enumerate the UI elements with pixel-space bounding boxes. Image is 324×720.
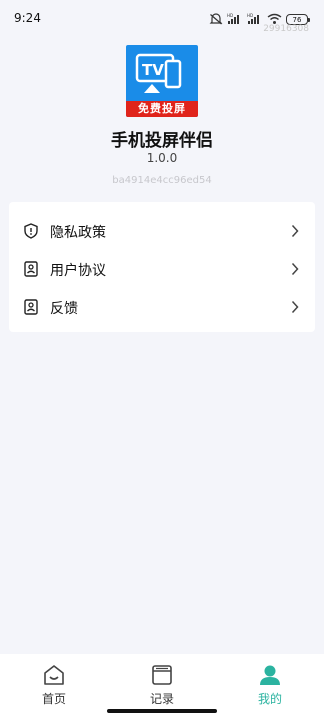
feedback-icon xyxy=(24,299,38,315)
status-time: 9:24 xyxy=(14,11,41,25)
nav-tab-profile[interactable]: 我的 xyxy=(216,654,324,710)
logo-tv-text: TV xyxy=(142,61,164,79)
menu-item-label: 用户协议 xyxy=(50,263,106,279)
signal-2-icon: HD xyxy=(247,13,259,24)
menu-item-label: 隐私政策 xyxy=(50,225,106,241)
app-logo: TV 免费投屏 xyxy=(126,45,198,117)
svg-text:HD: HD xyxy=(227,13,233,18)
nav-tab-records[interactable]: 记录 xyxy=(108,654,216,710)
app-logo-tile: TV 免费投屏 xyxy=(126,45,198,117)
menu-item-privacy-policy[interactable]: 隐私政策 xyxy=(9,212,315,250)
home-icon xyxy=(44,665,64,685)
nav-tab-label: 我的 xyxy=(257,692,282,706)
chevron-right-icon xyxy=(291,262,299,276)
app-name: 手机投屏伴侣 xyxy=(111,131,213,151)
menu-item-feedback[interactable]: 反馈 xyxy=(9,288,315,326)
status-overlay-number: 29916308 xyxy=(263,24,309,34)
svg-text:HD: HD xyxy=(247,13,253,18)
nav-tab-label: 记录 xyxy=(149,692,174,706)
status-bar: 9:24 HD HD 76 29916308 xyxy=(0,0,324,40)
shield-icon xyxy=(24,223,38,239)
logo-band-text: 免费投屏 xyxy=(126,101,198,117)
tv-cast-icon: TV xyxy=(135,53,182,93)
app-version: 1.0.0 xyxy=(146,151,178,165)
menu-item-label: 反馈 xyxy=(50,301,78,317)
settings-menu-card: 隐私政策 用户协议 反馈 xyxy=(9,202,315,332)
signal-1-icon: HD xyxy=(227,13,239,24)
alarm-off-icon xyxy=(209,13,223,25)
records-icon xyxy=(152,665,172,685)
home-indicator[interactable] xyxy=(107,709,217,713)
app-build-hash: ba4914e4cc96ed54 xyxy=(112,175,212,186)
battery-indicator: 76 xyxy=(286,13,310,25)
nav-tab-home[interactable]: 首页 xyxy=(0,654,108,710)
document-person-icon xyxy=(24,261,38,277)
menu-item-user-agreement[interactable]: 用户协议 xyxy=(9,250,315,288)
chevron-right-icon xyxy=(291,300,299,314)
nav-tab-label: 首页 xyxy=(41,692,66,706)
chevron-right-icon xyxy=(291,224,299,238)
profile-icon xyxy=(260,665,280,685)
